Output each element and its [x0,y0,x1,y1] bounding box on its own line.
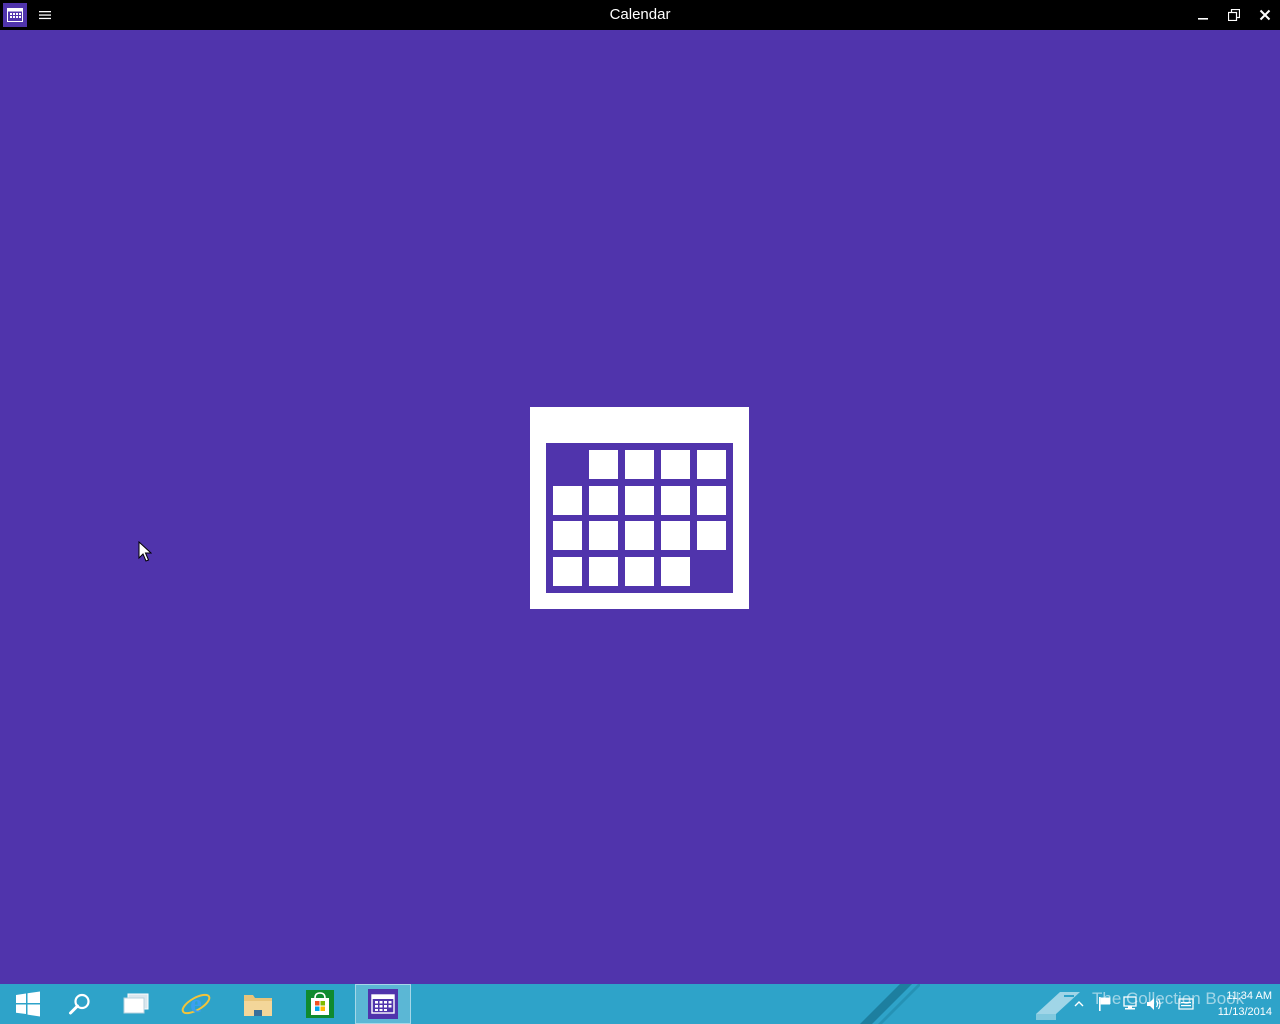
close-button[interactable] [1250,0,1280,30]
minimize-icon [1198,18,1208,20]
task-view-icon [123,993,149,1014]
clock-date: 11/13/2014 [1217,1006,1272,1018]
network-button[interactable] [1120,984,1140,1024]
flag-icon [1099,997,1110,1011]
action-center-button[interactable] [1096,984,1114,1024]
show-hidden-icons-button[interactable] [1072,984,1086,1024]
calendar-taskbar-button[interactable] [355,984,411,1024]
title-bar: Calendar [0,0,1280,30]
taskbar-decoration [860,984,920,1024]
keyboard-icon [1178,998,1194,1010]
store-bag-icon [306,990,334,1018]
volume-icon [1147,998,1161,1010]
mouse-cursor-icon [138,541,152,562]
search-button[interactable] [52,984,108,1024]
search-icon [69,993,90,1015]
start-button[interactable] [0,984,56,1024]
folder-icon [244,995,272,1016]
calendar-icon [368,989,398,1019]
chevron-up-icon [1074,1001,1084,1007]
close-icon [1259,9,1271,21]
splash-screen [0,30,1280,984]
restore-button[interactable] [1219,0,1249,30]
clock-time: 11:34 AM [1226,990,1272,1002]
restore-icon [1228,9,1240,21]
calendar-grid-logo [530,407,749,609]
windows-logo-icon [16,991,40,1017]
internet-explorer-icon: e [181,989,211,1018]
window-title: Calendar [609,6,671,23]
volume-button[interactable] [1144,984,1164,1024]
minimize-button[interactable] [1188,0,1218,30]
taskbar: e The Collection Book 11:34 AM 11/13/201… [0,984,1280,1024]
system-clock[interactable]: 11:34 AM 11/13/2014 [1196,988,1272,1020]
hamburger-icon[interactable] [33,3,57,27]
internet-explorer-button[interactable]: e [168,984,224,1024]
network-icon [1123,996,1137,1010]
task-view-button[interactable] [108,984,164,1024]
svg-text:e: e [190,989,202,1018]
file-explorer-button[interactable] [230,984,286,1024]
store-button[interactable] [292,984,348,1024]
input-method-button[interactable] [1176,984,1196,1024]
calendar-icon[interactable] [3,3,27,27]
